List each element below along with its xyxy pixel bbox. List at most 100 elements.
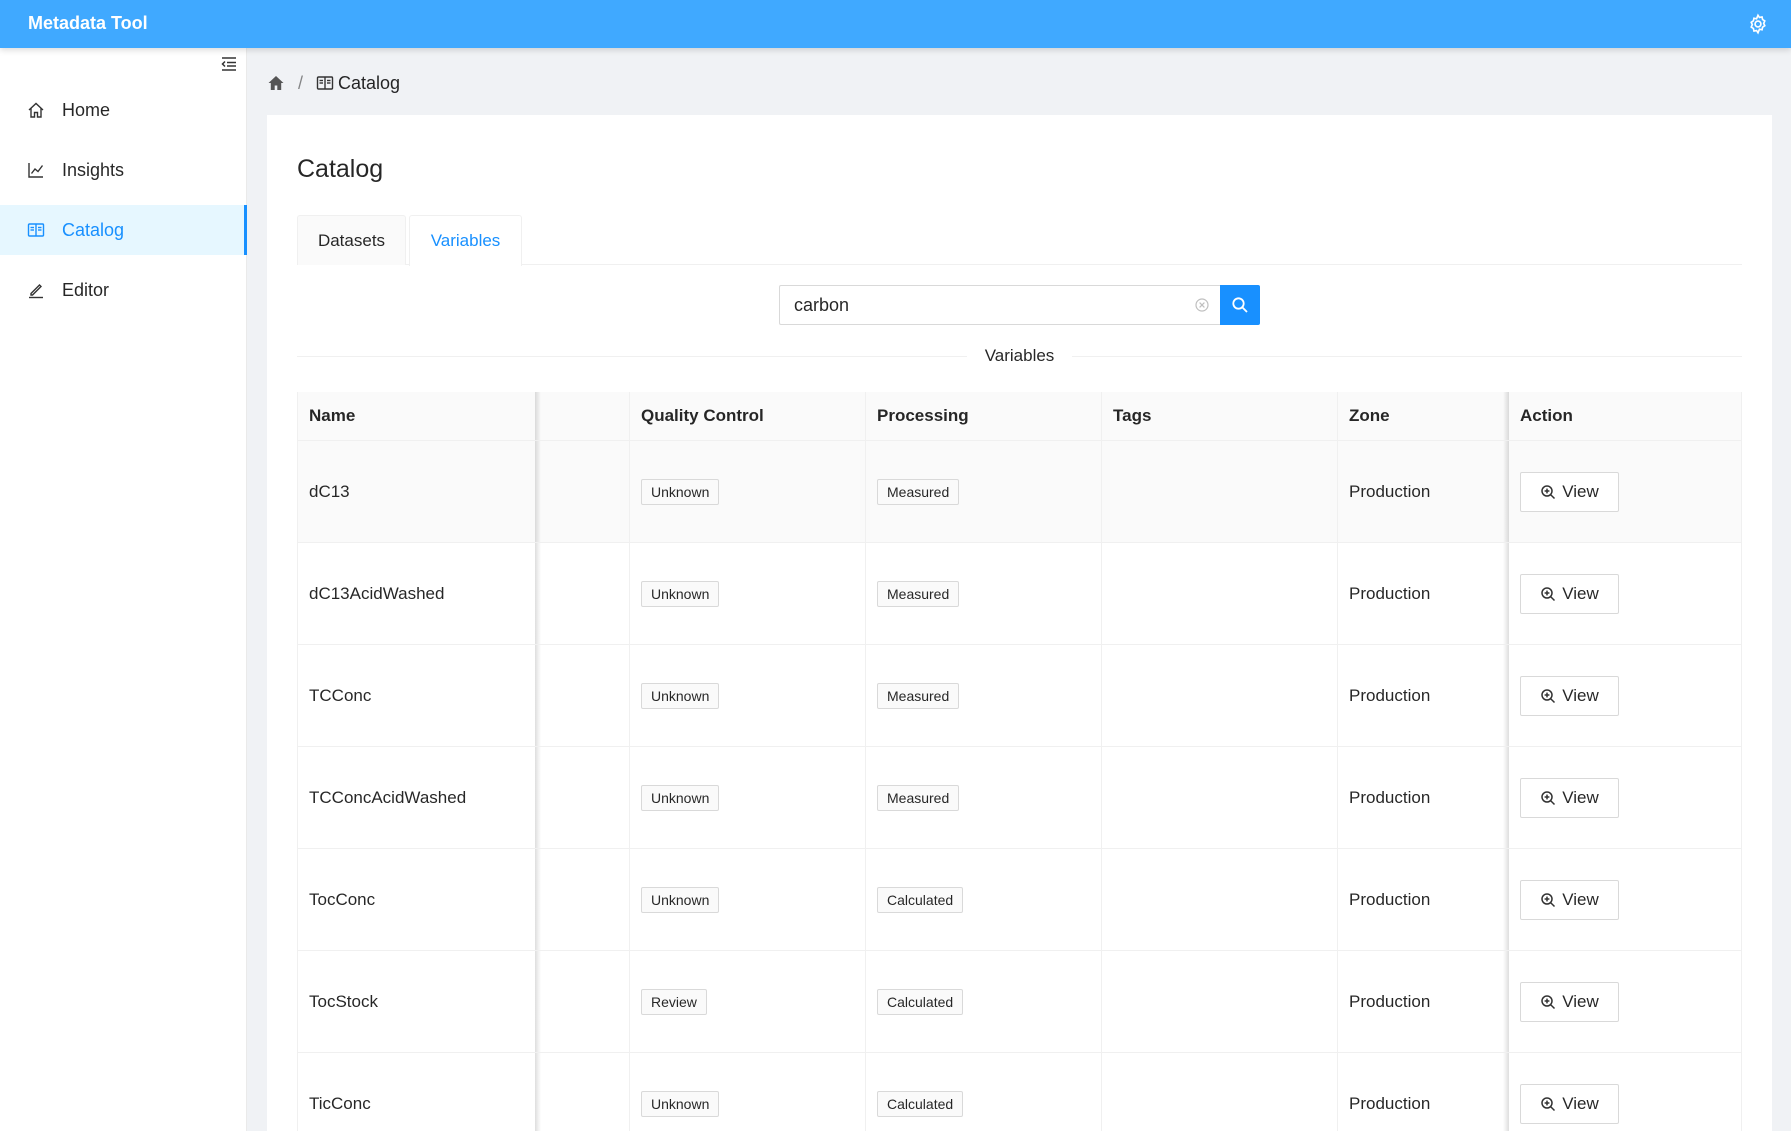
sidebar: Home Insights Catalog Editor bbox=[0, 48, 247, 1131]
section-title: Variables bbox=[984, 346, 1055, 365]
processing-tag: Calculated bbox=[877, 886, 964, 913]
zone-cell: Production bbox=[1349, 1093, 1431, 1113]
top-header: Metadata Tool bbox=[0, 0, 1791, 48]
sidebar-item-label: Catalog bbox=[62, 219, 125, 240]
variable-name: TicConc bbox=[298, 1053, 535, 1131]
variable-name: dC13 bbox=[298, 441, 535, 542]
book-icon bbox=[316, 74, 334, 92]
column-header-tags[interactable]: Tags bbox=[1102, 392, 1338, 440]
tab-variables[interactable]: Variables bbox=[409, 215, 522, 266]
menu-fold-icon[interactable] bbox=[219, 54, 239, 74]
view-button[interactable]: View bbox=[1520, 573, 1619, 614]
processing-tag: Calculated bbox=[877, 988, 964, 1015]
table-row[interactable]: TCConc Unknown Measured Production View bbox=[298, 645, 1741, 747]
zoom-in-icon bbox=[1540, 586, 1556, 602]
tags-cell bbox=[1102, 441, 1338, 542]
variable-name: TCConc bbox=[298, 645, 535, 746]
view-button[interactable]: View bbox=[1520, 981, 1619, 1022]
view-button[interactable]: View bbox=[1520, 1083, 1619, 1124]
line-chart-icon bbox=[27, 161, 45, 179]
table-row[interactable]: dC13AcidWashed Unknown Measured Producti… bbox=[298, 543, 1741, 645]
table-row[interactable]: dC13 Unknown Measured Production View bbox=[298, 441, 1741, 543]
settings-icon[interactable] bbox=[1747, 13, 1769, 35]
variable-name: TocStock bbox=[298, 951, 535, 1052]
quality-control-tag: Unknown bbox=[641, 478, 720, 505]
variable-name: dC13AcidWashed bbox=[298, 543, 535, 644]
content-card: Catalog Datasets Variables Variables Nam… bbox=[267, 115, 1772, 1131]
processing-tag: Measured bbox=[877, 784, 960, 811]
zoom-in-icon bbox=[1540, 688, 1556, 704]
quality-control-tag: Review bbox=[641, 988, 707, 1015]
zoom-in-icon bbox=[1540, 994, 1556, 1010]
sidebar-item-insights[interactable]: Insights bbox=[0, 145, 247, 195]
quality-control-tag: Unknown bbox=[641, 1090, 720, 1117]
tab-bar: Datasets Variables bbox=[297, 215, 1742, 266]
view-button[interactable]: View bbox=[1520, 777, 1619, 818]
quality-control-tag: Unknown bbox=[641, 682, 720, 709]
column-header-processing[interactable]: Processing bbox=[866, 392, 1102, 440]
zone-cell: Production bbox=[1349, 991, 1431, 1011]
quality-control-tag: Unknown bbox=[641, 580, 720, 607]
clear-icon[interactable] bbox=[1194, 297, 1210, 313]
app-title: Metadata Tool bbox=[28, 13, 148, 33]
sidebar-item-label: Home bbox=[62, 99, 111, 120]
column-header-action: Action bbox=[1509, 392, 1741, 440]
edit-icon bbox=[27, 281, 45, 299]
breadcrumb-current: Catalog bbox=[338, 72, 401, 93]
zoom-in-icon bbox=[1540, 484, 1556, 500]
search-button[interactable] bbox=[1220, 285, 1260, 325]
search-input[interactable] bbox=[779, 285, 1220, 325]
processing-tag: Measured bbox=[877, 580, 960, 607]
quality-control-tag: Unknown bbox=[641, 784, 720, 811]
zone-cell: Production bbox=[1349, 685, 1431, 705]
zoom-in-icon bbox=[1540, 790, 1556, 806]
sidebar-item-catalog[interactable]: Catalog bbox=[0, 205, 247, 255]
processing-tag: Measured bbox=[877, 478, 960, 505]
zone-cell: Production bbox=[1349, 889, 1431, 909]
tags-cell bbox=[1102, 645, 1338, 746]
breadcrumb-separator: / bbox=[298, 72, 304, 93]
tags-cell bbox=[1102, 1053, 1338, 1131]
table-row[interactable]: TocStock Review Calculated Production Vi… bbox=[298, 951, 1741, 1053]
zone-cell: Production bbox=[1349, 787, 1431, 807]
sidebar-menu: Home Insights Catalog Editor bbox=[0, 85, 247, 325]
sidebar-item-label: Editor bbox=[62, 279, 110, 300]
tags-cell bbox=[1102, 543, 1338, 644]
sidebar-item-editor[interactable]: Editor bbox=[0, 265, 247, 315]
zone-cell: Production bbox=[1349, 481, 1431, 501]
tags-cell bbox=[1102, 849, 1338, 950]
zoom-in-icon bbox=[1540, 1096, 1556, 1112]
home-icon bbox=[27, 101, 45, 119]
column-header-quality-control[interactable]: Quality Control bbox=[630, 392, 866, 440]
sidebar-item-home[interactable]: Home bbox=[0, 85, 247, 135]
quality-control-tag: Unknown bbox=[641, 886, 720, 913]
table-row[interactable]: TocConc Unknown Calculated Production Vi… bbox=[298, 849, 1741, 951]
variable-name: TCConcAcidWashed bbox=[298, 747, 535, 848]
zoom-in-icon bbox=[1540, 892, 1556, 908]
variables-table: Name Quality Control Processing Tags Zon… bbox=[297, 392, 1742, 1131]
table-row[interactable]: TicConc Unknown Calculated Production Vi… bbox=[298, 1053, 1741, 1131]
tags-cell bbox=[1102, 951, 1338, 1052]
book-icon bbox=[27, 221, 45, 239]
variable-name: TocConc bbox=[298, 849, 535, 950]
view-button[interactable]: View bbox=[1520, 879, 1619, 920]
home-icon[interactable] bbox=[267, 74, 285, 92]
tab-datasets[interactable]: Datasets bbox=[297, 215, 406, 265]
breadcrumb: / Catalog bbox=[267, 70, 400, 96]
zone-cell: Production bbox=[1349, 583, 1431, 603]
processing-tag: Calculated bbox=[877, 1090, 964, 1117]
processing-tag: Measured bbox=[877, 682, 960, 709]
section-divider: Variables bbox=[297, 345, 1742, 367]
search-icon bbox=[1232, 297, 1248, 313]
view-button[interactable]: View bbox=[1520, 675, 1619, 716]
column-header-name[interactable]: Name bbox=[298, 392, 535, 440]
search-group bbox=[779, 285, 1260, 325]
column-header-zone[interactable]: Zone bbox=[1338, 392, 1509, 440]
view-button[interactable]: View bbox=[1520, 471, 1619, 512]
sidebar-item-label: Insights bbox=[62, 159, 125, 180]
tags-cell bbox=[1102, 747, 1338, 848]
page-title: Catalog bbox=[297, 155, 384, 183]
table-row[interactable]: TCConcAcidWashed Unknown Measured Produc… bbox=[298, 747, 1741, 849]
table-header-row: Name Quality Control Processing Tags Zon… bbox=[298, 392, 1741, 441]
column-header-hidden bbox=[535, 392, 630, 440]
